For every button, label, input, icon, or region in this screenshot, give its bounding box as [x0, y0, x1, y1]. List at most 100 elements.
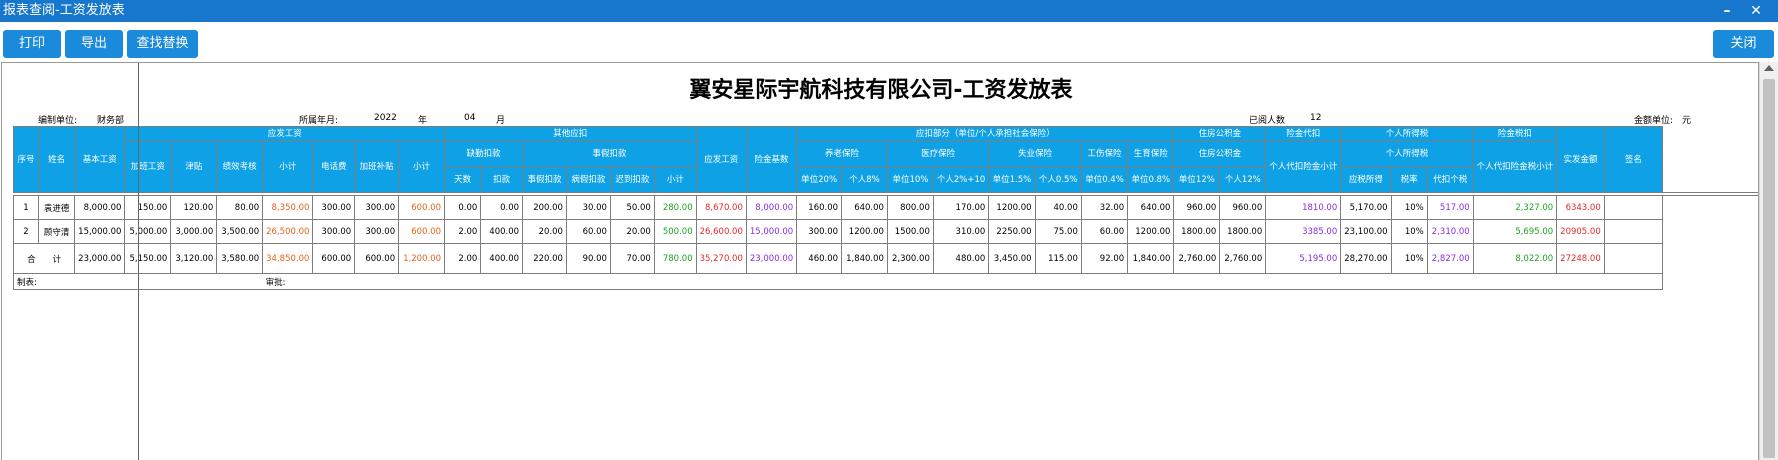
cell-ins-withhold-total: 5,195.00 [1265, 243, 1342, 274]
th-pension-unit: 单位20% [796, 166, 843, 193]
th-phone-fee: 电话费 [312, 141, 356, 193]
org-value: 财务部 [97, 116, 125, 126]
cell-tax-withheld: 2,310.00 [1426, 219, 1474, 244]
th-income-tax-sub: 个人所得税 [1340, 141, 1474, 167]
th-income-tax-group: 个人所得税 [1340, 126, 1474, 142]
cell-hf-p: 2,760.00 [1219, 243, 1267, 274]
th-social-insurance-group: 应扣部分（单位/个人承担社会保险） [796, 126, 1175, 142]
cell-ins-base: 23,000.00 [745, 243, 798, 274]
cell-signature[interactable] [1603, 219, 1664, 244]
cell-medical-u: 800.00 [886, 195, 934, 220]
cell-hf-p: 1800.00 [1219, 219, 1267, 244]
export-button[interactable]: 导出 [65, 30, 123, 58]
salary-table: 序号 姓名 基本工资 应发工资 其他应扣 应发工资 险金基数 应扣部分（单位/个… [12, 126, 1759, 290]
cell-deduct-subtotal: 280.00 [653, 195, 697, 220]
th-insurance-tax-group: 险金税扣 [1472, 126, 1558, 142]
vertical-scrollbar[interactable] [1759, 62, 1778, 460]
cell-base: 15,000.00 [74, 219, 126, 244]
cell-abs-deduct: 0.00 [480, 195, 524, 220]
find-replace-button[interactable]: 查找替换 [127, 30, 198, 58]
cell-gross: 8,670.00 [695, 195, 747, 220]
count-label: 已阅人数 [1249, 116, 1286, 126]
cell-ot-subsidy: 300.00 [354, 219, 400, 244]
th-housing-fund-sub: 住房公积金 [1173, 141, 1267, 167]
cell-overtime: 5,150.00 [124, 243, 172, 274]
th-late-deduct: 迟到扣款 [609, 166, 655, 193]
cell-late: 70.00 [609, 243, 655, 274]
cell-ins-tax-total: 2,327.00 [1472, 195, 1558, 220]
cell-late: 50.00 [609, 195, 655, 220]
cell-personal-leave: 200.00 [522, 195, 567, 220]
th-overtime-subsidy: 加班补贴 [354, 141, 400, 193]
cell-maternity-u: 1,840.00 [1127, 243, 1175, 274]
scroll-up-icon[interactable] [1764, 65, 1774, 71]
cell-personal-leave: 220.00 [522, 243, 567, 274]
cell-ins-base: 8,000.00 [745, 195, 798, 220]
cell-deduct-subtotal: 500.00 [653, 219, 697, 244]
th-housing-fund-unit: 单位12% [1173, 166, 1221, 193]
cell-seq: 2 [13, 219, 39, 244]
th-gross: 应发工资 [695, 126, 747, 193]
cell-subtotal1: 26,500.00 [262, 219, 314, 244]
th-medical-personal: 个人2%+10 [932, 166, 990, 193]
th-unemployment: 失业保险 [988, 141, 1082, 167]
window-titlebar: 报表查阅-工资发放表 – ✕ [0, 0, 1778, 22]
cell-allowance: 120.00 [170, 195, 218, 220]
cell-base: 23,000.00 [74, 243, 126, 274]
cell-ot-subsidy: 600.00 [354, 243, 400, 274]
th-medical: 医疗保险 [886, 141, 990, 167]
cell-subtotal2: 600.00 [398, 195, 446, 220]
cell-sick-leave: 30.00 [565, 195, 611, 220]
close-icon[interactable]: ✕ [1747, 2, 1765, 20]
close-button[interactable]: 关闭 [1713, 30, 1774, 58]
cell-unemp-u: 3,450.00 [988, 243, 1036, 274]
cell-hf-u: 960.00 [1173, 195, 1221, 220]
cell-net: 27248.00 [1556, 243, 1605, 274]
cell-tax-rate: 10% [1390, 219, 1428, 244]
period-label: 所属年月: [299, 116, 339, 126]
count-value: 12 [1310, 113, 1322, 123]
th-signature: 签名 [1603, 126, 1664, 193]
th-housing-fund-personal: 个人12% [1219, 166, 1267, 193]
cell-performance: 80.00 [216, 195, 264, 220]
cell-abs-days: 0.00 [444, 195, 482, 220]
maker-label: 制表: [12, 273, 125, 290]
cell-phone: 600.00 [312, 243, 356, 274]
th-insurance-tax-total: 个人代扣险金税小计 [1472, 141, 1558, 193]
th-net-pay: 实发金额 [1556, 126, 1605, 193]
cell-name: 顾守清 [37, 219, 76, 244]
cell-ot-subsidy: 300.00 [354, 195, 400, 220]
cell-signature[interactable] [1603, 243, 1664, 274]
cell-hf-u: 2,760.00 [1173, 243, 1221, 274]
th-name: 姓名 [37, 126, 76, 193]
scroll-thumb[interactable] [1763, 79, 1775, 458]
print-button[interactable]: 打印 [3, 30, 61, 58]
th-insurance-base: 险金基数 [745, 126, 798, 193]
cell-pension-p: 1,840.00 [841, 243, 888, 274]
cell-gross: 26,600.00 [695, 219, 747, 244]
cell-maternity-u: 1200.00 [1127, 219, 1175, 244]
th-maternity-unit: 单位0.8% [1127, 166, 1175, 193]
cell-total-label: 合 计 [12, 243, 76, 274]
cell-sick-leave: 90.00 [565, 243, 611, 274]
cell-abs-deduct: 400.00 [480, 243, 524, 274]
table-row: 1 袁进德 8,000.00 150.00 120.00 80.00 8,350… [13, 195, 1759, 220]
cell-signature[interactable] [1603, 195, 1664, 220]
th-seq: 序号 [13, 126, 39, 193]
th-pension-personal: 个人8% [841, 166, 888, 193]
cell-late: 20.00 [609, 219, 655, 244]
month-label: 月 [496, 116, 506, 126]
th-performance: 绩效考核 [216, 141, 264, 193]
cell-injury-u: 92.00 [1080, 243, 1129, 274]
freeze-divider [138, 63, 139, 460]
th-taxable-income: 应税所得 [1340, 166, 1392, 193]
minimize-icon[interactable]: – [1718, 2, 1736, 20]
cell-abs-deduct: 400.00 [480, 219, 524, 244]
th-tax-rate: 税率 [1390, 166, 1428, 193]
th-sick-leave: 病假扣款 [565, 166, 611, 193]
table-row: 2 顾守清 15,000.00 5,000.00 3,000.00 3,500.… [13, 219, 1759, 244]
cell-medical-p: 170.00 [932, 195, 990, 220]
month-value: 04 [464, 113, 476, 123]
th-injury: 工伤保险 [1080, 141, 1129, 167]
window-title: 报表查阅-工资发放表 [3, 3, 125, 18]
